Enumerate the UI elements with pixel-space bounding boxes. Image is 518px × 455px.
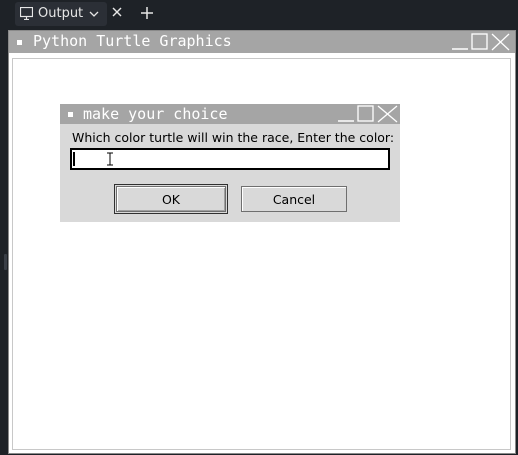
monitor-icon	[20, 7, 33, 20]
color-input[interactable]	[70, 148, 390, 170]
maximize-icon[interactable]	[357, 105, 374, 122]
tab-output-label: Output	[38, 6, 84, 21]
dialog-title: make your choice	[83, 105, 228, 123]
window-controls	[452, 33, 510, 51]
close-icon[interactable]	[377, 105, 398, 123]
ok-button[interactable]: OK	[114, 184, 228, 214]
maximize-icon[interactable]	[471, 33, 488, 50]
dialog-menu-icon[interactable]	[68, 112, 73, 117]
text-caret	[73, 152, 75, 166]
close-tab-icon[interactable]	[110, 5, 124, 19]
add-tab-icon[interactable]	[139, 5, 155, 21]
chevron-down-icon[interactable]	[89, 10, 99, 18]
turtle-graphics-window: Python Turtle Graphics	[8, 30, 516, 454]
dialog-titlebar[interactable]: make your choice	[60, 104, 400, 124]
window-menu-icon[interactable]	[17, 40, 22, 45]
input-dialog: make your choice Which color turtle will…	[60, 104, 400, 222]
tab-output[interactable]: Output	[15, 2, 107, 26]
panel-resize-handle[interactable]	[4, 254, 7, 270]
panel-tab-bar: Output	[0, 0, 518, 28]
window-title: Python Turtle Graphics	[33, 32, 232, 50]
cancel-button[interactable]: Cancel	[241, 186, 347, 212]
text-cursor-icon	[107, 152, 113, 166]
close-icon[interactable]	[491, 33, 510, 51]
dialog-controls	[338, 105, 398, 123]
dialog-prompt: Which color turtle will win the race, En…	[72, 130, 395, 145]
window-titlebar[interactable]: Python Turtle Graphics	[9, 31, 515, 53]
